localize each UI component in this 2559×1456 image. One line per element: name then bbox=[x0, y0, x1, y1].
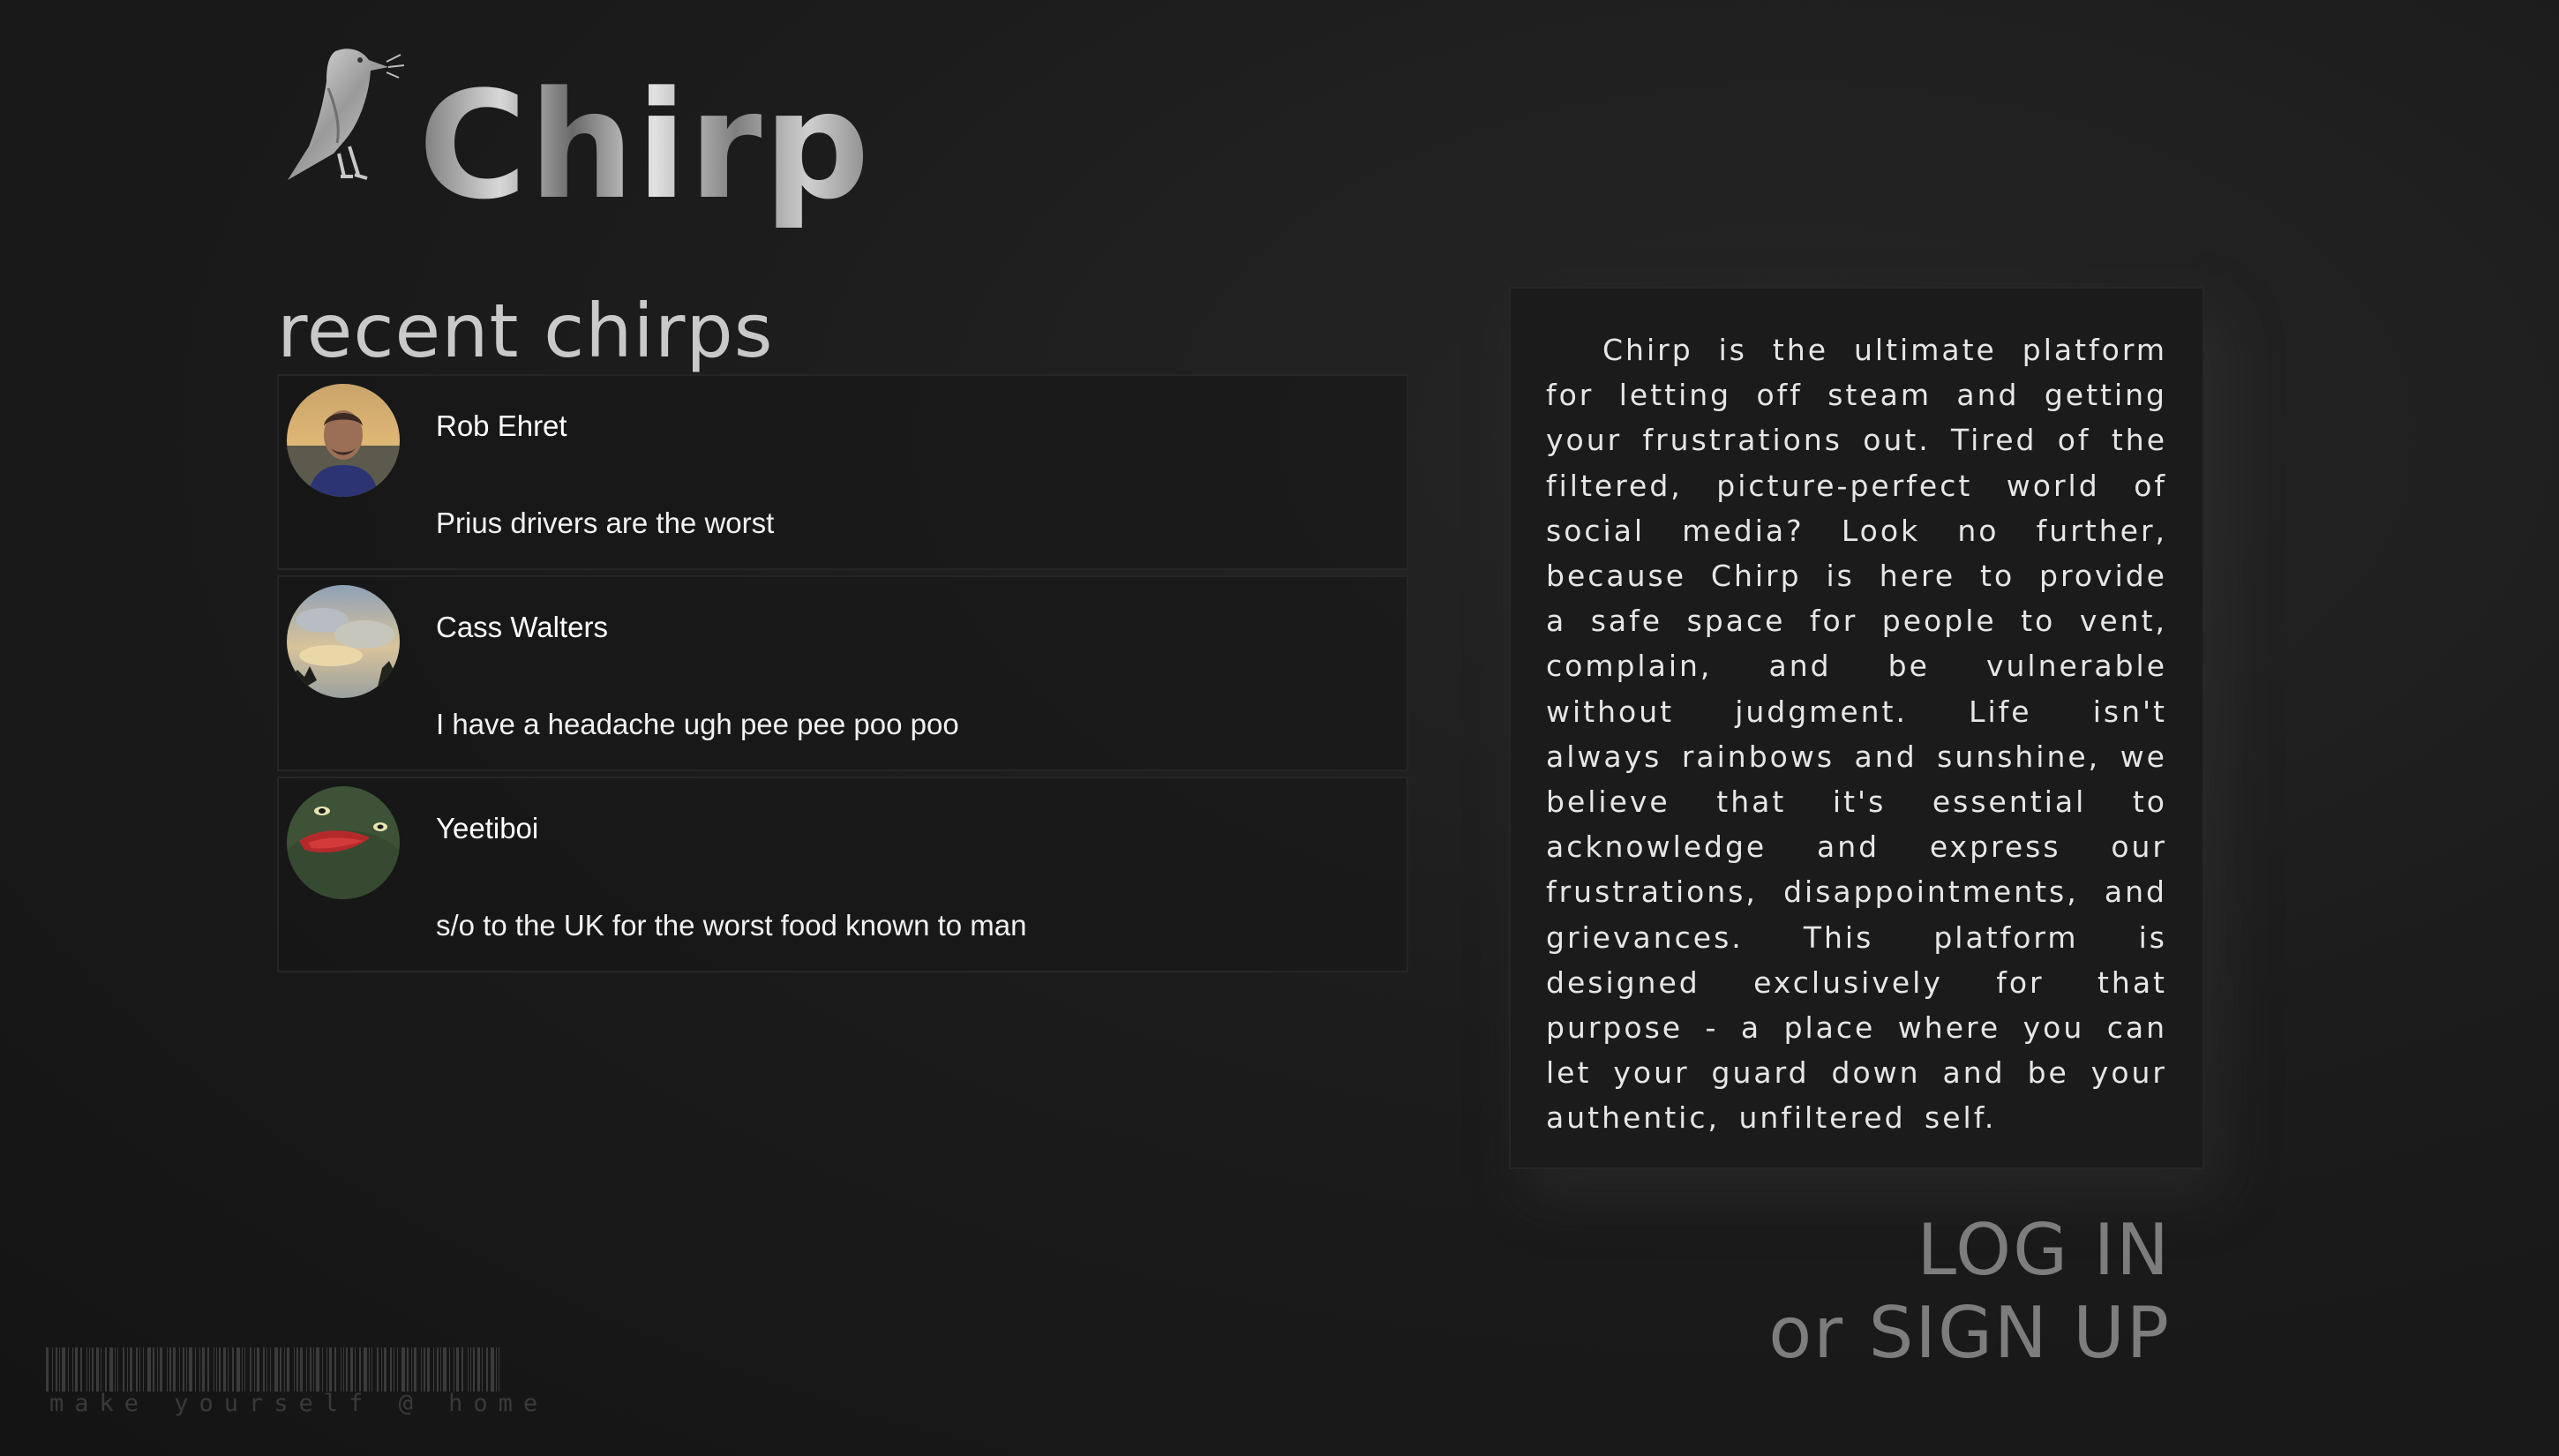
man-sunset-photo bbox=[287, 384, 400, 497]
or-label: or bbox=[1768, 1292, 1845, 1374]
about-text: Chirp is the ultimate platform for letti… bbox=[1546, 333, 2167, 1136]
chirp-text: I have a headache ugh pee pee poo poo bbox=[436, 708, 959, 740]
chirp-author[interactable]: Yeetiboi bbox=[436, 812, 538, 845]
avatar[interactable] bbox=[287, 585, 400, 698]
cloudy-sky-photo bbox=[287, 585, 400, 698]
chirp-logo[interactable]: Chirp bbox=[277, 44, 870, 229]
chirp-text: s/o to the UK for the worst food known t… bbox=[436, 909, 1027, 942]
avatar[interactable] bbox=[287, 786, 400, 899]
avatar[interactable] bbox=[287, 384, 400, 497]
chirp-card[interactable]: Yeetiboi s/o to the UK for the worst foo… bbox=[277, 777, 1408, 972]
chirp-author[interactable]: Cass Walters bbox=[436, 611, 608, 644]
recent-chirps-heading: recent chirps bbox=[277, 288, 774, 374]
app-name: Chirp bbox=[418, 59, 872, 232]
about-panel: Chirp is the ultimate platform for letti… bbox=[1509, 287, 2204, 1169]
auth-links: LOG IN or SIGN UP bbox=[1768, 1209, 2171, 1375]
chirp-card[interactable]: Rob Ehret Prius drivers are the worst bbox=[277, 374, 1408, 570]
signup-link[interactable]: SIGN UP bbox=[1869, 1292, 2171, 1374]
login-link[interactable]: LOG IN bbox=[1917, 1209, 2171, 1291]
footer-tagline: make yourself @ home bbox=[49, 1390, 549, 1417]
barcode-icon bbox=[46, 1347, 499, 1392]
bird-icon bbox=[288, 49, 405, 181]
green-creature-photo bbox=[287, 786, 400, 899]
chirp-author[interactable]: Rob Ehret bbox=[436, 409, 567, 443]
chirp-text: Prius drivers are the worst bbox=[436, 507, 775, 539]
chirp-list: Rob Ehret Prius drivers are the worst Ca… bbox=[277, 374, 1408, 978]
chirp-card[interactable]: Cass Walters I have a headache ugh pee p… bbox=[277, 575, 1408, 771]
